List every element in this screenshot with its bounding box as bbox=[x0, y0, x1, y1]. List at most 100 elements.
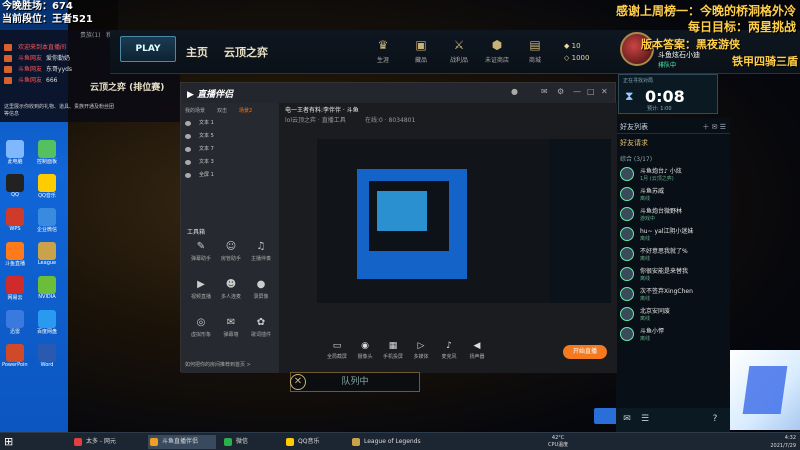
nav-hextech[interactable]: ⬢ 未证商店 bbox=[482, 38, 512, 64]
source-button[interactable]: ♪ 麦克风 bbox=[437, 341, 461, 360]
taskbar-app[interactable]: 微信 bbox=[222, 435, 278, 449]
tool-button[interactable]: ✿ 歌词插件 bbox=[247, 317, 275, 338]
player-status: 排队中 bbox=[658, 62, 677, 69]
desktop-icon[interactable]: PowerPoint bbox=[2, 344, 28, 368]
tab-my-scenes[interactable]: 我的场景 bbox=[185, 107, 205, 114]
avatar[interactable]: ● bbox=[511, 87, 518, 96]
eye-icon[interactable] bbox=[185, 160, 191, 165]
nav-store-label: 商城 bbox=[528, 57, 541, 64]
tool-button[interactable]: ✎ 弹幕助手 bbox=[187, 241, 215, 262]
user-icon: ☺ bbox=[225, 241, 237, 252]
tool-button[interactable]: ▶ 视频直播 bbox=[187, 279, 215, 300]
tool-button[interactable]: ◎ 虚拟形象 bbox=[187, 317, 215, 338]
friend-requests[interactable]: 好友请求 bbox=[616, 134, 730, 152]
stream-preview[interactable] bbox=[317, 139, 611, 303]
settings-icon[interactable]: ⚙ bbox=[557, 87, 564, 96]
tab-double[interactable]: 双击 bbox=[217, 107, 227, 114]
eye-icon[interactable] bbox=[185, 121, 191, 126]
source-button[interactable]: ▷ 多媒体 bbox=[409, 341, 433, 360]
desktop-icon[interactable]: WPS bbox=[2, 208, 28, 232]
close-icon[interactable]: ✕ bbox=[601, 87, 608, 96]
minimize-icon[interactable]: — bbox=[573, 87, 581, 96]
desktop-icon[interactable]: 企业微信 bbox=[34, 208, 60, 233]
list-item[interactable]: 斗鱼炮台♪ 小炫 1月 (云顶之弈) bbox=[616, 165, 730, 185]
queue-status: 队列中 bbox=[290, 372, 420, 392]
windows-start-icon[interactable]: ⊞ bbox=[4, 436, 16, 448]
eye-icon[interactable] bbox=[185, 173, 191, 178]
nav-collection[interactable]: ▣ 藏品 bbox=[406, 38, 436, 64]
avatar bbox=[620, 187, 634, 201]
list-item[interactable]: 北京安同废 离线 bbox=[616, 305, 730, 325]
tool-button[interactable]: ✉ 弹幕墙 bbox=[217, 317, 245, 338]
rp-amount: 10 bbox=[571, 42, 581, 50]
friend-status: 游戏中 bbox=[640, 216, 656, 222]
eye-icon[interactable] bbox=[185, 147, 191, 152]
taskbar-app-label: 太多 - 网元 bbox=[86, 438, 116, 445]
friends-list: 好友列表 ＋ ✉ ☰ 好友请求 综合 (3/17) 斗鱼炮台♪ 小炫 1月 (云顶之… bbox=[616, 118, 730, 408]
source-button[interactable]: ▦ 手机投屏 bbox=[381, 341, 405, 360]
tab-scene-2[interactable]: 场景2 bbox=[239, 107, 252, 114]
tool-button[interactable]: ♫ 主播伴奏 bbox=[247, 241, 275, 262]
tool-button[interactable]: ☺ 房管助手 bbox=[217, 241, 245, 262]
desktop-icon[interactable]: 网易云 bbox=[2, 276, 28, 301]
hourglass-icon: ⧗ bbox=[625, 89, 634, 103]
list-item[interactable]: hu~ yal江阴小迷妹 离线 bbox=[616, 225, 730, 245]
source-button[interactable]: ▭ 全局截屏 bbox=[325, 341, 349, 360]
list-item[interactable]: 不好意思我就了% 离线 bbox=[616, 245, 730, 265]
stream-title[interactable]: 电一王者有料:李伴伴 · 斗鱼 bbox=[285, 105, 359, 114]
system-clock[interactable]: 4:32 2021/7/29 bbox=[770, 434, 796, 450]
taskbar-app[interactable]: QQ音乐 bbox=[284, 435, 344, 449]
cancel-queue-button[interactable]: ✕ bbox=[290, 374, 306, 390]
desktop-icon[interactable]: 控制面板 bbox=[34, 140, 60, 165]
source-button[interactable]: ◀ 扬声器 bbox=[465, 341, 489, 360]
recommend-link[interactable]: 如何把你的房间推荐到首页 > bbox=[185, 361, 251, 368]
source-button[interactable]: ◉ 摄像头 bbox=[353, 341, 377, 360]
taskbar-app[interactable]: League of Legends bbox=[350, 435, 422, 449]
list-item[interactable]: 斗鱼小悍 离线 bbox=[616, 325, 730, 345]
list-item[interactable]: 斗鱼炮台微野林 游戏中 bbox=[616, 205, 730, 225]
nav-profile[interactable]: ♛ 生涯 bbox=[368, 38, 398, 64]
nav-loot[interactable]: ⚔ 战利品 bbox=[444, 38, 474, 64]
list-item[interactable]: 你很安能是来替我 离线 bbox=[616, 265, 730, 285]
friend-group[interactable]: 综合 (3/17) bbox=[616, 152, 730, 165]
list-item[interactable]: 次不签弃XingChen 离线 bbox=[616, 285, 730, 305]
rp-icon: ◆ bbox=[564, 42, 572, 50]
desktop-icon[interactable]: 百度网盘 bbox=[34, 310, 60, 335]
nav-home[interactable]: 主页 bbox=[186, 44, 208, 60]
play-button[interactable]: PLAY bbox=[120, 36, 176, 62]
tab-nobles[interactable]: 贵族(1) bbox=[80, 32, 101, 39]
desktop-icon[interactable]: League bbox=[34, 242, 60, 266]
scene-item[interactable]: 文本 5 bbox=[181, 130, 279, 143]
taskbar-app[interactable]: 太多 - 网元 bbox=[72, 435, 140, 449]
desktop-icon[interactable]: QQ bbox=[2, 174, 28, 198]
start-live-button[interactable]: 开始直播 bbox=[563, 345, 607, 359]
message-icon[interactable]: ✉ bbox=[541, 87, 548, 96]
desktop-icon[interactable]: NVIDIA bbox=[34, 276, 60, 300]
help-icon[interactable]: ? bbox=[708, 412, 722, 426]
scene-item[interactable]: 文本 3 bbox=[181, 156, 279, 169]
taskbar-app[interactable]: 斗鱼直播伴侣 bbox=[148, 435, 216, 449]
phone-icon: ▦ bbox=[388, 341, 398, 351]
menu-icon[interactable]: ☰ bbox=[638, 412, 652, 426]
desktop-icon-label: QQ音乐 bbox=[38, 193, 56, 199]
add-friend-icon[interactable]: ＋ ✉ ☰ bbox=[702, 122, 730, 132]
scene-item[interactable]: 文本 1 bbox=[181, 117, 279, 130]
list-item[interactable]: 斗鱼苏威 离线 bbox=[616, 185, 730, 205]
desktop-icon[interactable]: 此电脑 bbox=[2, 140, 28, 165]
chat-icon[interactable]: ✉ bbox=[620, 412, 634, 426]
scene-item[interactable]: 文本 7 bbox=[181, 143, 279, 156]
maximize-icon[interactable]: □ bbox=[587, 87, 595, 96]
tool-button[interactable]: ● 录屏像 bbox=[247, 279, 275, 300]
tool-button[interactable]: ☻ 多人连麦 bbox=[217, 279, 245, 300]
team-icon: ☻ bbox=[225, 279, 237, 290]
desktop-icon[interactable]: 斗鱼直播 bbox=[2, 242, 28, 267]
desktop-icon[interactable]: QQ音乐 bbox=[34, 174, 60, 199]
nav-store[interactable]: ▤ 商城 bbox=[520, 38, 550, 64]
nav-tft[interactable]: 云顶之弈 bbox=[224, 44, 268, 60]
desktop-icon[interactable]: 迅雷 bbox=[2, 310, 28, 335]
desktop-icon[interactable]: Word bbox=[34, 344, 60, 368]
app-icon bbox=[6, 208, 24, 226]
be-amount: 1000 bbox=[571, 54, 590, 62]
eye-icon[interactable] bbox=[185, 134, 191, 139]
scene-item[interactable]: 全屏 1 bbox=[181, 169, 279, 182]
